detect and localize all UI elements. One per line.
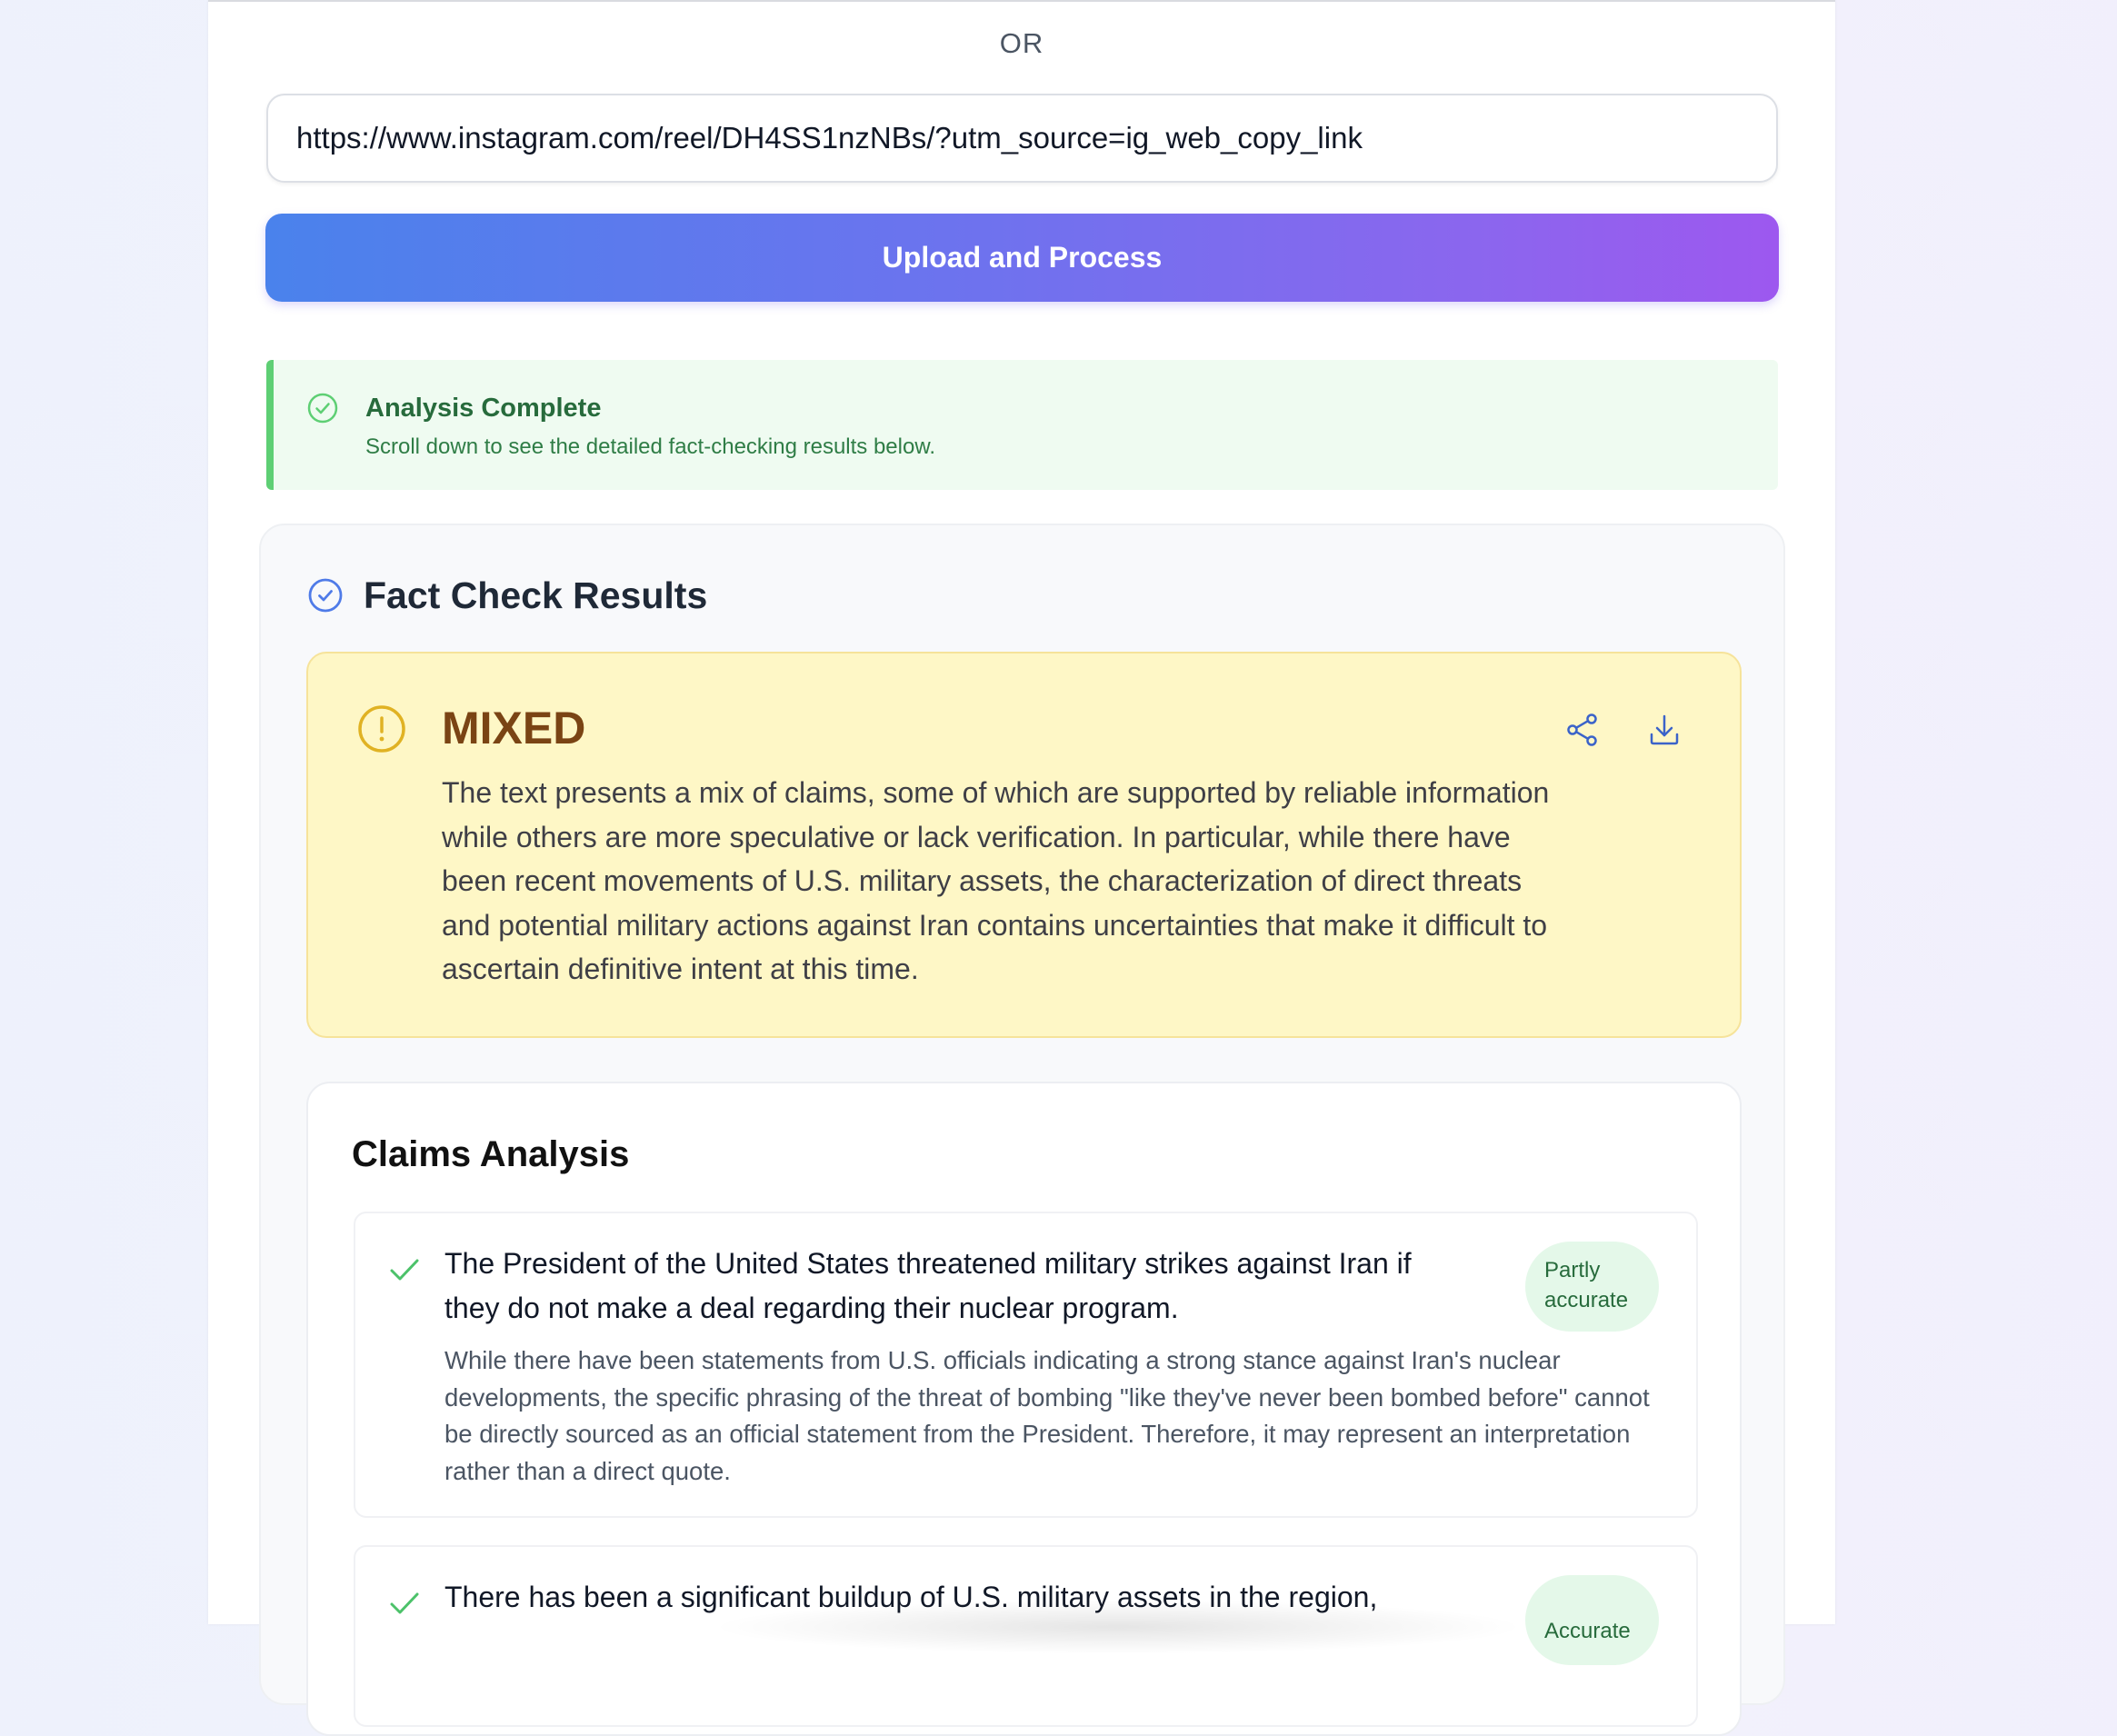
main-panel: OR Upload and Process Analysis Complete … [208,0,1835,1736]
claim-text: The President of the United States threa… [444,1247,1412,1324]
check-circle-icon [308,578,343,613]
claims-analysis-title: Claims Analysis [352,1134,630,1174]
url-input[interactable] [266,94,1778,183]
results-title: Fact Check Results [364,574,708,616]
claims-analysis-card: Claims Analysis The President of the Uni… [306,1082,1742,1736]
banner-title: Analysis Complete [365,394,602,423]
download-icon[interactable] [1646,712,1683,748]
banner-message: Scroll down to see the detailed fact-che… [365,434,936,459]
fact-check-results-card: Fact Check Results MIXED The text presen… [259,524,1785,1736]
checkmark-icon [390,1592,419,1614]
verdict-box: MIXED The text presents a mix of claims,… [306,652,1742,1038]
claim-item: There has been a significant buildup of … [354,1545,1698,1727]
verdict-summary: The text presents a mix of claims, some … [442,776,1550,985]
rating-badge: Accurate [1525,1575,1659,1665]
claim-item: The President of the United States threa… [354,1212,1698,1518]
or-divider-label: OR [999,27,1044,59]
checkmark-icon [390,1259,419,1281]
upload-and-process-button[interactable]: Upload and Process [265,214,1779,302]
share-icon[interactable] [1564,712,1601,748]
exclamation-circle-icon [358,705,405,753]
check-circle-icon [307,393,338,424]
claim-text: There has been a significant buildup of … [444,1581,1378,1613]
verdict-label: MIXED [442,703,586,753]
analysis-complete-banner: Analysis Complete Scroll down to see the… [266,360,1778,490]
rating-badge: Partly accurate [1525,1242,1659,1332]
claim-explanation: While there have been statements from U.… [444,1346,1650,1485]
